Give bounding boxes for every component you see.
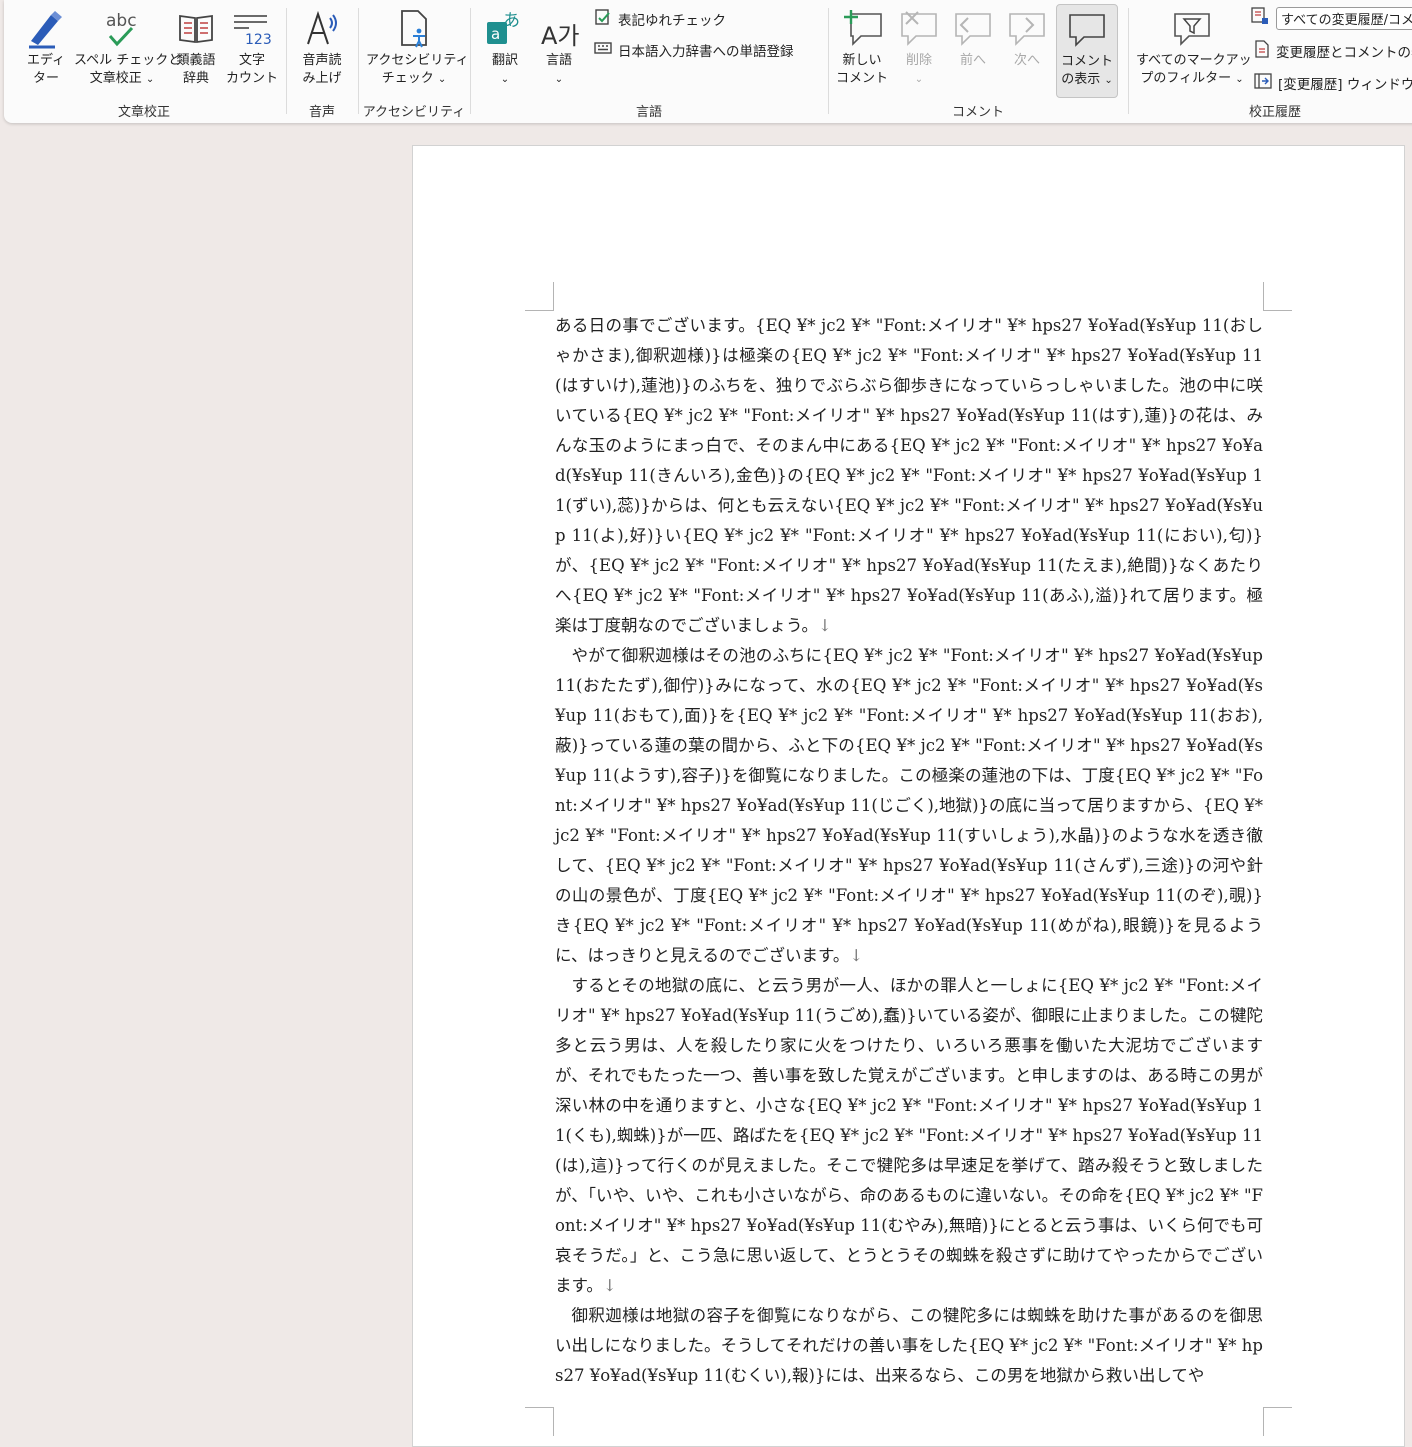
paragraph-mark: ↓ [818,616,832,635]
svg-text:a: a [491,25,500,43]
thesaurus-button[interactable]: 類義語 辞典 [170,4,222,88]
word-count-icon: 123 [224,4,280,52]
chevron-down-icon: ⌄ [1104,75,1113,86]
read-aloud-icon [294,4,350,52]
group-separator [470,8,471,114]
show-comments-button[interactable]: コメント の表示 ⌄ [1056,4,1118,98]
delete-comment-icon [894,4,944,52]
editor-pen-icon [18,4,74,52]
group-label-comments: コメント [951,105,1004,120]
group-proofing: エディ ター abc スペル チェックと 文章校正 ⌄ 類義語 辞典 123 文… [4,0,284,123]
book-icon [170,4,222,52]
keyboard-icon [594,41,612,59]
group-separator [828,8,829,114]
document-page[interactable]: ある日の事でございます。{EQ ¥* jc2 ¥* "Font:メイリオ" ¥*… [412,145,1405,1447]
group-separator [286,8,287,114]
svg-text:A가: A가 [541,22,579,48]
group-accessibility: アクセシビリティ チェック ⌄ アクセシビリティ [360,0,469,123]
group-separator [358,8,359,114]
svg-text:あ: あ [503,11,520,31]
markup-filter-button[interactable]: すべてのマークアッ プのフィルター ⌄ [1136,4,1252,89]
svg-text:123: 123 [245,32,272,48]
word-count-button[interactable]: 123 文字 カウント [224,4,280,88]
paragraph[interactable]: するとその地獄の底に、と云う男が一人、ほかの罪人と一しょに{EQ ¥* jc2 … [555,971,1263,1301]
show-comments-icon [1057,5,1117,53]
next-comment-icon [1002,4,1052,52]
consistency-check-button[interactable]: 表記ゆれチェック [594,8,726,30]
group-label-language: 言語 [635,105,662,120]
spelling-grammar-button[interactable]: abc スペル チェックと 文章校正 ⌄ [74,4,181,89]
next-comment-button[interactable]: 次へ [1002,4,1052,70]
editor-button[interactable]: エディ ター [18,4,74,88]
language-button[interactable]: A가 言語 ⌄ [534,4,584,89]
paragraph-mark: ↓ [602,1276,617,1295]
margin-corner-mark [525,1407,554,1436]
paragraph[interactable]: 御釈迦様は地獄の容子を御覧になりながら、この犍陀多には蜘蛛を助けた事があるのを御… [555,1301,1263,1391]
filter-icon [1136,4,1248,52]
group-tracking: すべてのマークアッ プのフィルター ⌄ すべての変更履歴/コメ 変更履歴とコメン… [1130,0,1412,123]
document-body[interactable]: ある日の事でございます。{EQ ¥* jc2 ¥* "Font:メイリオ" ¥*… [555,311,1263,1391]
group-label-speech: 音声 [308,105,335,120]
chevron-down-icon: ⌄ [1235,74,1244,85]
chevron-down-icon: ⌄ [437,74,447,85]
group-label-tracking: 校正履歴 [1248,105,1301,120]
reviewing-pane-button[interactable]: [変更履歴] ウィンドウ [1254,72,1412,94]
reviewing-pane-icon [1254,72,1272,94]
consistency-check-icon [594,8,612,30]
margin-corner-mark [1263,282,1292,311]
group-separator [1128,8,1129,114]
show-markup-button[interactable]: 変更履歴とコメントの表 [1254,40,1412,62]
group-label-accessibility: アクセシビリティ [362,105,466,120]
group-language: a あ 翻訳 ⌄ A가 言語 ⌄ 表記ゆれチェック 日本語入力辞書への単語登録 … [472,0,826,123]
ribbon: エディ ター abc スペル チェックと 文章校正 ⌄ 類義語 辞典 123 文… [4,0,1412,123]
ime-dictionary-button[interactable]: 日本語入力辞書への単語登録 [594,40,794,60]
chevron-down-icon: ⌄ [500,74,510,85]
delete-comment-button[interactable]: 削除 ⌄ [894,4,944,89]
paragraph-mark: ↓ [849,946,864,965]
translate-icon: a あ [480,4,530,52]
margin-corner-mark [1263,1407,1292,1436]
read-aloud-button[interactable]: 音声読 み上げ [294,4,350,88]
previous-comment-button[interactable]: 前へ [948,4,998,70]
document-icon [1254,40,1270,62]
chevron-down-icon: ⌄ [554,74,564,85]
markup-display-select[interactable]: すべての変更履歴/コメ [1250,6,1412,30]
spelling-check-icon: abc [74,4,170,52]
language-icon: A가 [534,4,584,52]
group-comments: 新しい コメント 削除 ⌄ 前へ 次へ コメント の表示 ⌄ コメント [830,0,1126,123]
translate-button[interactable]: a あ 翻訳 ⌄ [480,4,530,89]
margin-corner-mark [525,282,554,311]
new-comment-button[interactable]: 新しい コメント [836,4,888,88]
track-changes-display-icon [1250,6,1270,30]
previous-comment-icon [948,4,998,52]
accessibility-icon [366,4,462,52]
chevron-down-icon: ⌄ [914,74,924,85]
accessibility-check-button[interactable]: アクセシビリティ チェック ⌄ [366,4,469,89]
chevron-down-icon: ⌄ [145,74,155,85]
paragraph[interactable]: やがて御釈迦様はその池のふちに{EQ ¥* jc2 ¥* "Font:メイリオ"… [555,641,1263,971]
paragraph[interactable]: ある日の事でございます。{EQ ¥* jc2 ¥* "Font:メイリオ" ¥*… [555,311,1263,641]
new-comment-icon [836,4,888,52]
group-speech: 音声読 み上げ 音声 [288,0,356,123]
group-label-proofing: 文章校正 [117,105,170,120]
